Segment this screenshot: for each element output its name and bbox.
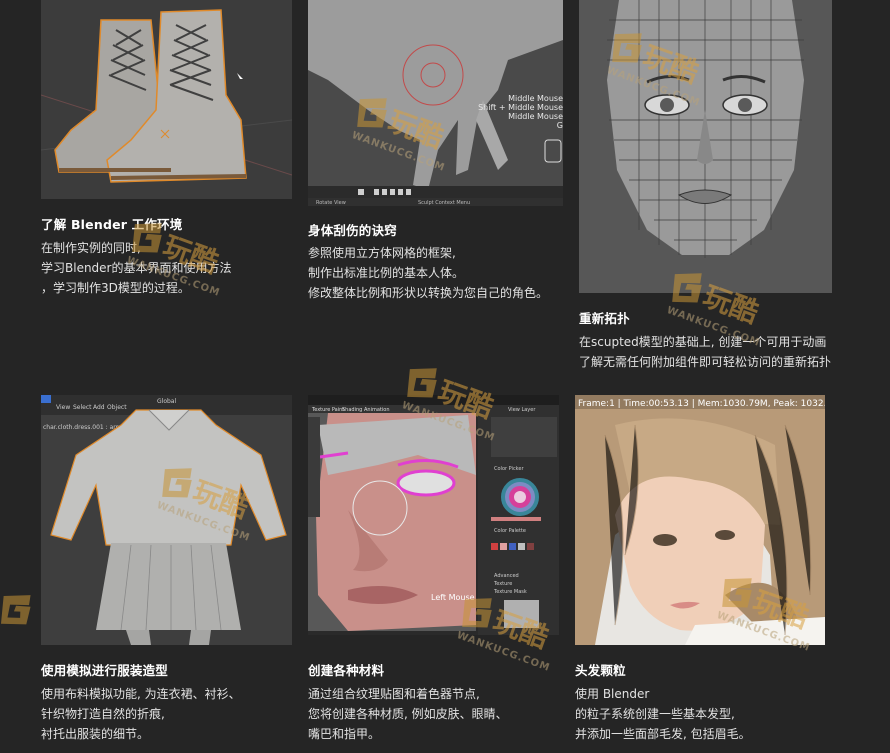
card-5-panel-color-palette: Color Palette xyxy=(494,528,526,534)
card-3-title[interactable]: 重新拓扑 xyxy=(579,308,630,327)
card-2-overlay-2: Shift + Middle Mouse xyxy=(478,103,563,112)
card-6-thumbnail[interactable]: Frame:1 | Time:00:53.13 | Mem:1030.79M, … xyxy=(575,395,825,645)
card-4-menu-object: Object xyxy=(107,404,127,411)
card-5-panel-advanced: Advanced xyxy=(494,573,519,579)
card-4-menu-add: Add xyxy=(93,404,105,411)
card-5-thumbnail[interactable]: Texture Paint Shading Animation Left Mou… xyxy=(308,395,559,635)
card-6-description: 使用 Blender 的粒子系统创建一些基本发型, 并添加一些面部毛发, 包括眉… xyxy=(575,687,751,741)
card-2-overlay-4: G xyxy=(557,121,563,130)
card-4-thumbnail[interactable]: View Select Add Object Global char.cloth… xyxy=(41,395,292,645)
card-2-status-mid: Sculpt Context Menu xyxy=(418,200,470,206)
card-5-tab-texture-paint: Texture Paint xyxy=(311,407,344,413)
card-2-description: 参照使用立方体网格的框架, 制作出标准比例的基本人体。 修改整体比例和形状以转换… xyxy=(308,246,549,300)
card-5-mouse-hint: Left Mouse xyxy=(431,593,475,602)
card-1-thumbnail[interactable] xyxy=(41,0,292,199)
card-2-status: Rotate View xyxy=(316,200,346,206)
card-4-menu-view: View xyxy=(56,404,70,411)
svg-text:WANKUCG.COM: WANKUCG.COM xyxy=(455,630,551,674)
card-5-tab-animation: Animation xyxy=(364,407,390,413)
card-5-title[interactable]: 创建各种材料 xyxy=(308,660,384,679)
card-5-panel-texture-mask: Texture Mask xyxy=(493,589,527,595)
card-4-menu-select: Select xyxy=(73,404,92,411)
card-1-description: 在制作实例的同时, 学习Blender的基本界面和使用方法 ，学习制作3D模型的… xyxy=(41,241,232,295)
card-4-mode: Global xyxy=(157,398,176,405)
card-6-frame-info: Frame:1 | Time:00:53.13 | Mem:1030.79M, … xyxy=(578,399,825,409)
card-6-title[interactable]: 头发颗粒 xyxy=(575,660,626,679)
card-4-title[interactable]: 使用模拟进行服装造型 xyxy=(41,660,168,679)
card-5-panel-texture: Texture xyxy=(493,581,512,587)
card-2-overlay-1: Middle Mouse xyxy=(508,94,563,103)
card-1-title[interactable]: 了解 Blender 工作环境 xyxy=(41,214,182,233)
card-2-overlay-3: Middle Mouse xyxy=(508,112,563,121)
card-3-description: 在scupted模型的基础上, 创建一个可用于动画 了解无需任何附加组件即可轻松… xyxy=(579,335,832,369)
card-5-description: 通过组合纹理贴图和着色器节点, 您将创建各种材质, 例如皮肤、眼睛、 嘴巴和指甲… xyxy=(308,687,508,741)
card-3-thumbnail[interactable] xyxy=(579,0,832,293)
card-5-tab-shading: Shading xyxy=(342,407,362,413)
card-5-panel-view-layer: View Layer xyxy=(508,407,536,413)
card-5-panel-color-picker: Color Picker xyxy=(494,466,524,472)
card-4-description: 使用布料模拟功能, 为连衣裙、衬衫、 针织物打造自然的折痕, 衬托出服装的细节。 xyxy=(41,687,241,741)
card-2-title[interactable]: 身体刮伤的诀窍 xyxy=(308,220,397,239)
card-2-thumbnail[interactable]: Middle Mouse Shift + Middle Mouse Middle… xyxy=(308,0,563,206)
